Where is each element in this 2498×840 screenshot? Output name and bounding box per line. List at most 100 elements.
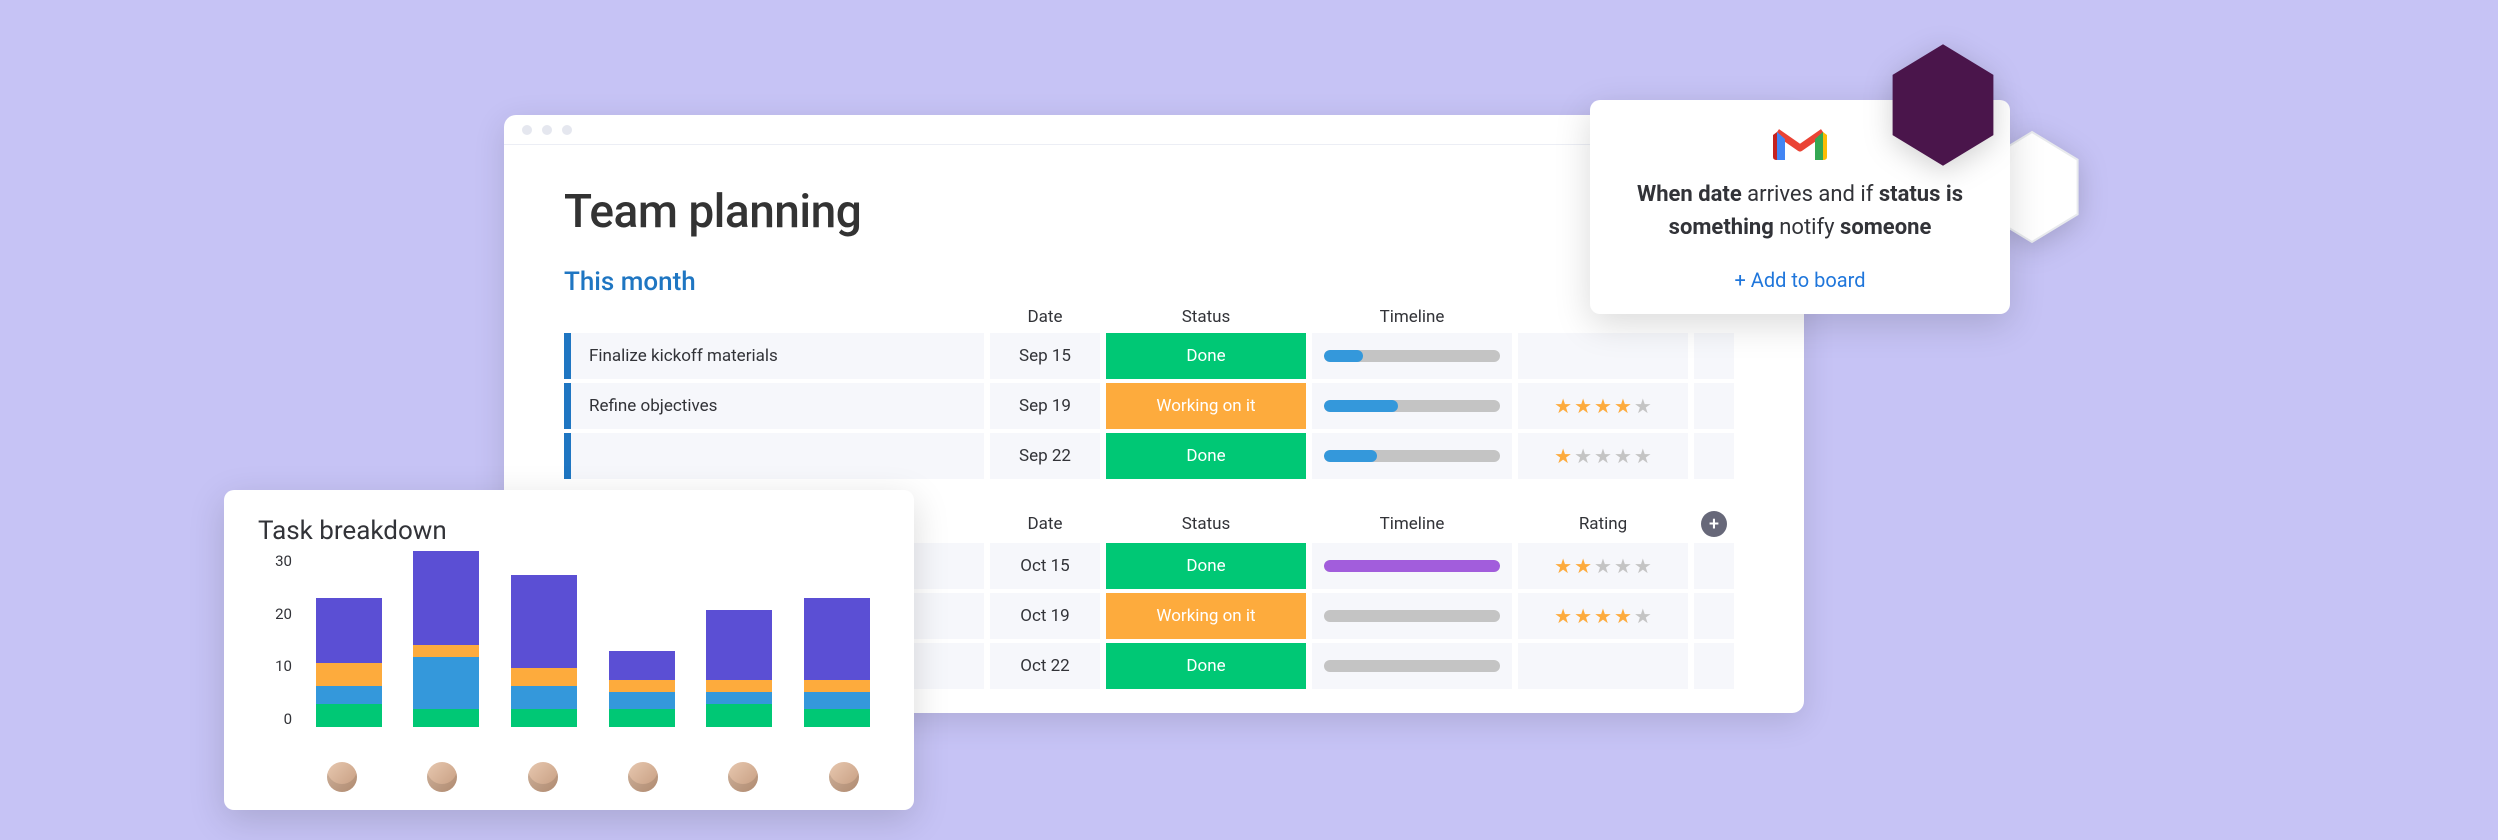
star-icon: ★ — [1554, 604, 1572, 628]
rating-cell[interactable] — [1518, 333, 1688, 379]
row-trailing-cell — [1694, 543, 1734, 589]
date-cell[interactable]: Sep 19 — [990, 383, 1100, 429]
chart-bar-segment — [706, 610, 772, 680]
chart-bar-segment — [804, 680, 870, 692]
avatar-icon — [628, 762, 658, 792]
avatar-icon — [728, 762, 758, 792]
row-trailing-cell — [1694, 593, 1734, 639]
chart-bar-segment — [609, 709, 675, 727]
timeline-cell[interactable] — [1312, 433, 1512, 479]
add-column-button[interactable]: + — [1694, 511, 1734, 537]
chart-bar[interactable] — [511, 575, 577, 728]
col-header-rating[interactable]: Rating — [1518, 514, 1688, 534]
timeline-cell[interactable] — [1312, 643, 1512, 689]
star-icon: ★ — [1594, 444, 1612, 468]
chart-bar-segment — [511, 709, 577, 727]
date-cell[interactable]: Oct 15 — [990, 543, 1100, 589]
star-icon: ★ — [1634, 444, 1652, 468]
chart-bar[interactable] — [316, 598, 382, 727]
status-cell[interactable]: Done — [1106, 543, 1306, 589]
chart-bar-segment — [706, 680, 772, 692]
chart-bar[interactable] — [706, 610, 772, 727]
star-icon: ★ — [1574, 444, 1592, 468]
star-icon: ★ — [1594, 604, 1612, 628]
row-trailing-cell — [1694, 433, 1734, 479]
star-icon: ★ — [1634, 554, 1652, 578]
status-cell[interactable]: Done — [1106, 643, 1306, 689]
star-icon: ★ — [1614, 394, 1632, 418]
timeline-cell[interactable] — [1312, 543, 1512, 589]
avatar-icon — [327, 762, 357, 792]
star-icon: ★ — [1614, 604, 1632, 628]
col-header-timeline[interactable]: Timeline — [1312, 514, 1512, 534]
table-row[interactable]: Finalize kickoff materialsSep 15Done — [564, 333, 1744, 379]
timeline-cell[interactable] — [1312, 333, 1512, 379]
automation-recipe-text: When date arrives and if status is somet… — [1620, 178, 1980, 244]
status-cell[interactable]: Working on it — [1106, 383, 1306, 429]
status-cell[interactable]: Working on it — [1106, 593, 1306, 639]
date-cell[interactable]: Oct 22 — [990, 643, 1100, 689]
chart-bar-segment — [706, 692, 772, 704]
status-cell[interactable]: Done — [1106, 333, 1306, 379]
task-name-cell[interactable] — [564, 433, 984, 479]
date-cell[interactable]: Sep 22 — [990, 433, 1100, 479]
group-1-table: Date Status Timeline Finalize kickoff ma… — [564, 307, 1744, 479]
row-trailing-cell — [1694, 333, 1734, 379]
rating-cell[interactable]: ★★★★★ — [1518, 593, 1688, 639]
timeline-cell[interactable] — [1312, 593, 1512, 639]
col-header-date[interactable]: Date — [990, 514, 1100, 534]
chart-bar[interactable] — [804, 598, 870, 727]
window-dot — [542, 125, 552, 135]
col-header-status[interactable]: Status — [1106, 307, 1306, 327]
task-name-cell[interactable]: Finalize kickoff materials — [564, 333, 984, 379]
star-icon: ★ — [1634, 394, 1652, 418]
plus-icon: + — [1701, 511, 1727, 537]
col-header-date[interactable]: Date — [990, 307, 1100, 327]
chart-x-axis — [258, 762, 894, 792]
timeline-cell[interactable] — [1312, 383, 1512, 429]
y-tick-label: 30 — [275, 552, 292, 570]
chart-bar-segment — [413, 709, 479, 727]
y-tick-label: 10 — [275, 657, 292, 675]
chart-y-axis: 3020100 — [258, 552, 292, 728]
chart-bar-segment — [413, 645, 479, 657]
rating-cell[interactable] — [1518, 643, 1688, 689]
table-row[interactable]: Sep 22Done★★★★★ — [564, 433, 1744, 479]
rating-cell[interactable]: ★★★★★ — [1518, 383, 1688, 429]
chart-bar[interactable] — [609, 651, 675, 727]
star-icon: ★ — [1554, 444, 1572, 468]
row-trailing-cell — [1694, 643, 1734, 689]
star-icon: ★ — [1614, 444, 1632, 468]
date-cell[interactable]: Sep 15 — [990, 333, 1100, 379]
col-header-status[interactable]: Status — [1106, 514, 1306, 534]
table-row[interactable]: Refine objectivesSep 19Working on it★★★★… — [564, 383, 1744, 429]
chart-bar-segment — [609, 680, 675, 692]
chart-bar-segment — [804, 692, 870, 710]
chart-plot-area — [292, 552, 894, 728]
chart-bar-segment — [316, 704, 382, 727]
window-dot — [562, 125, 572, 135]
chart-bar-segment — [609, 651, 675, 680]
star-icon: ★ — [1574, 394, 1592, 418]
add-to-board-link[interactable]: + Add to board — [1620, 268, 1980, 292]
chart-bar-segment — [609, 692, 675, 710]
star-icon: ★ — [1554, 554, 1572, 578]
chart-bar-segment — [511, 575, 577, 669]
date-cell[interactable]: Oct 19 — [990, 593, 1100, 639]
group-title-this-month[interactable]: This month — [564, 267, 1744, 297]
task-name-cell[interactable]: Refine objectives — [564, 383, 984, 429]
chart-bar-segment — [413, 551, 479, 645]
task-breakdown-chart-card: Task breakdown 3020100 — [224, 490, 914, 810]
rating-cell[interactable]: ★★★★★ — [1518, 433, 1688, 479]
rating-cell[interactable]: ★★★★★ — [1518, 543, 1688, 589]
chart-bar-segment — [316, 663, 382, 686]
star-icon: ★ — [1634, 604, 1652, 628]
star-icon: ★ — [1574, 604, 1592, 628]
col-header-timeline[interactable]: Timeline — [1312, 307, 1512, 327]
chart-bar[interactable] — [413, 551, 479, 727]
chart-bar-segment — [804, 598, 870, 680]
y-tick-label: 0 — [284, 710, 292, 728]
star-icon: ★ — [1594, 554, 1612, 578]
status-cell[interactable]: Done — [1106, 433, 1306, 479]
avatar-icon — [829, 762, 859, 792]
